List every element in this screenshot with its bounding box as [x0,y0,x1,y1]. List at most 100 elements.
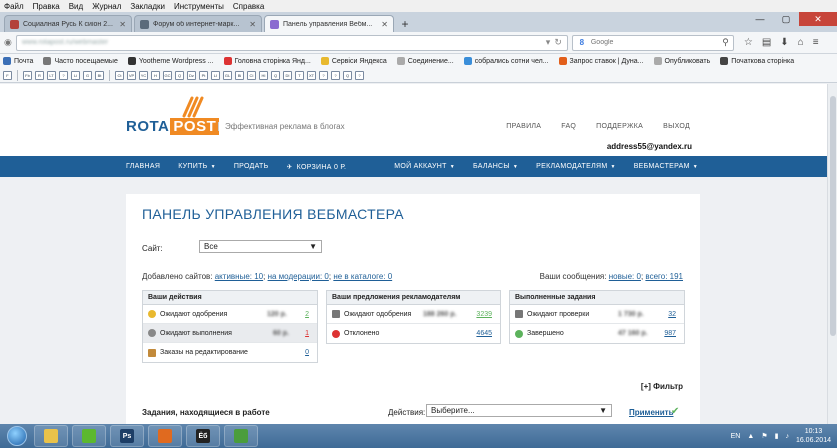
taskbar-app-photoshop[interactable]: Ps [110,425,144,447]
row-count-link[interactable]: 3239 [476,311,492,318]
network-icon[interactable]: ▮ [775,432,779,440]
addon-icon[interactable]: Q [271,70,280,80]
addon-icon[interactable]: ? [319,70,328,80]
taskbar-app-icq[interactable] [72,425,106,447]
menu-item[interactable]: Инструменты [174,2,224,11]
nav-webmasters[interactable]: ВЕБМАСТЕРАМ ▼ [634,163,698,170]
menu-item[interactable]: Закладки [130,2,165,11]
start-button[interactable] [0,424,34,448]
browser-tab[interactable]: Форум об интернет-марк... ✕ [134,15,262,32]
addon-icon[interactable]: LI [211,70,220,80]
addon-icon[interactable]: F [3,70,12,80]
menu-icon[interactable]: ≡ [813,37,819,48]
nav-sell[interactable]: ПРОДАТЬ [234,163,269,170]
bookmark-item[interactable]: Соединение... [396,57,454,65]
bookmark-item[interactable]: Почта [3,57,33,65]
row-count-link[interactable]: 32 [668,311,676,318]
link-logout[interactable]: ВЫХОД [663,123,690,130]
flag-icon[interactable]: ⚑ [761,432,767,440]
addon-icon[interactable]: Ct [115,70,124,80]
addon-icon[interactable]: H [151,70,160,80]
dropdown-icon[interactable]: ▾ [546,37,551,48]
row-count-link[interactable]: 2 [305,311,309,318]
addon-icon[interactable]: Pt [199,70,208,80]
browser-tab[interactable]: Социалная Русь К сиіон 2... ✕ [4,15,132,32]
menu-item[interactable]: Журнал [92,2,121,11]
bookmark-item[interactable]: Сервіси Яндекса [320,57,387,65]
close-icon[interactable]: ✕ [381,20,388,29]
taskbar-app-chart-app[interactable] [224,425,258,447]
bookmark-item[interactable]: Запрос ставок | Дуна... [558,57,644,65]
taskbar-app-explorer[interactable] [34,425,68,447]
scrollbar-thumb[interactable] [830,96,836,336]
addon-icon[interactable]: ? [59,70,68,80]
addon-icon[interactable]: YC [139,70,148,80]
window-close-button[interactable]: ✕ [799,12,837,26]
bookmark-item[interactable]: Опубликовать [653,57,710,65]
menu-item[interactable]: Файл [4,2,24,11]
reload-icon[interactable]: ↻ [554,37,562,48]
addon-icon[interactable]: T [295,70,304,80]
menu-item[interactable]: Вид [69,2,83,11]
link-not-in-catalog[interactable]: не в каталоге: 0 [333,272,392,281]
filter-toggle[interactable]: [+] Фильтр [641,382,683,391]
search-icon[interactable]: ⚲ [722,37,729,48]
chevron-up-icon[interactable]: ▲ [747,433,754,440]
addon-icon[interactable]: Bt [95,70,104,80]
bookmark-item[interactable]: Початкова сторінка [720,57,794,65]
addon-icon[interactable]: ? [355,70,364,80]
bookmarks-list-icon[interactable]: ▤ [762,37,771,48]
bookmark-item[interactable]: Yootheme Wordpress ... [127,57,214,65]
new-tab-button[interactable]: + [396,15,414,32]
addon-icon[interactable]: ? [331,70,340,80]
link-support[interactable]: ПОДДЕРЖКА [596,123,643,130]
apply-button[interactable]: Применить [629,408,674,417]
nav-my-account[interactable]: МОЙ АККАУНТ ▼ [394,163,455,170]
row-count-link[interactable]: 987 [664,330,676,337]
bookmark-item[interactable]: собрались сотни чел... [463,57,549,65]
addon-icon[interactable]: Q [175,70,184,80]
addon-icon[interactable]: Li [71,70,80,80]
addon-icon[interactable]: Q [343,70,352,80]
nav-buy[interactable]: КУПИТЬ ▼ [178,163,216,170]
link-all-messages[interactable]: всего: 191 [645,272,683,281]
addon-icon[interactable]: GC [163,70,172,80]
addon-icon[interactable]: Dz [187,70,196,80]
browser-tab-active[interactable]: Панель управления Вебм... ✕ [264,15,394,32]
bookmark-item[interactable]: Часто посещаемые [43,57,118,65]
menu-item[interactable]: Справка [233,2,264,11]
download-icon[interactable]: ⬇ [780,37,788,48]
actions-select[interactable]: Выберите... ▼ [426,404,612,417]
link-rules[interactable]: ПРАВИЛА [506,123,541,130]
taskbar-app-app-yo[interactable]: Ёб [186,425,220,447]
row-count-link[interactable]: 1 [305,330,309,337]
addon-icon[interactable]: DI [283,70,292,80]
addon-icon[interactable]: LT [47,70,56,80]
link-new-messages[interactable]: новые: 0 [609,272,641,281]
search-box[interactable]: 8 ⚲ [571,34,734,51]
link-moderation-sites[interactable]: на модерации: 0 [268,272,329,281]
minimize-button[interactable]: — [747,12,773,26]
maximize-button[interactable]: ▢ [773,12,799,26]
volume-icon[interactable]: ♪ [785,433,789,440]
close-icon[interactable]: ✕ [249,20,256,29]
addon-icon[interactable]: Fb [23,70,32,80]
search-input[interactable] [590,39,719,46]
nav-balances[interactable]: БАЛАНСЫ ▼ [473,163,518,170]
clock[interactable]: 10:13 16.06.2014 [796,427,831,445]
addon-icon[interactable]: R [35,70,44,80]
addon-icon[interactable]: VP [127,70,136,80]
addon-icon[interactable]: G [83,70,92,80]
link-faq[interactable]: FAQ [561,123,576,130]
addon-icon[interactable]: Bi [235,70,244,80]
link-active-sites[interactable]: активные: 10 [215,272,263,281]
vertical-scrollbar[interactable] [827,84,837,424]
row-count-link[interactable]: 0 [305,349,309,356]
addon-icon[interactable]: XT [307,70,316,80]
bookmark-item[interactable]: Головна сторінка Янд... [223,57,311,65]
site-select[interactable]: Все ▼ [199,240,322,253]
menu-item[interactable]: Правка [33,2,60,11]
taskbar-app-firefox[interactable] [148,425,182,447]
nav-cart[interactable]: ✈ КОРЗИНА 0 Р. [286,163,346,171]
address-bar[interactable]: www.rotapost.ru/webmaster ▾ ↻ [15,34,568,51]
